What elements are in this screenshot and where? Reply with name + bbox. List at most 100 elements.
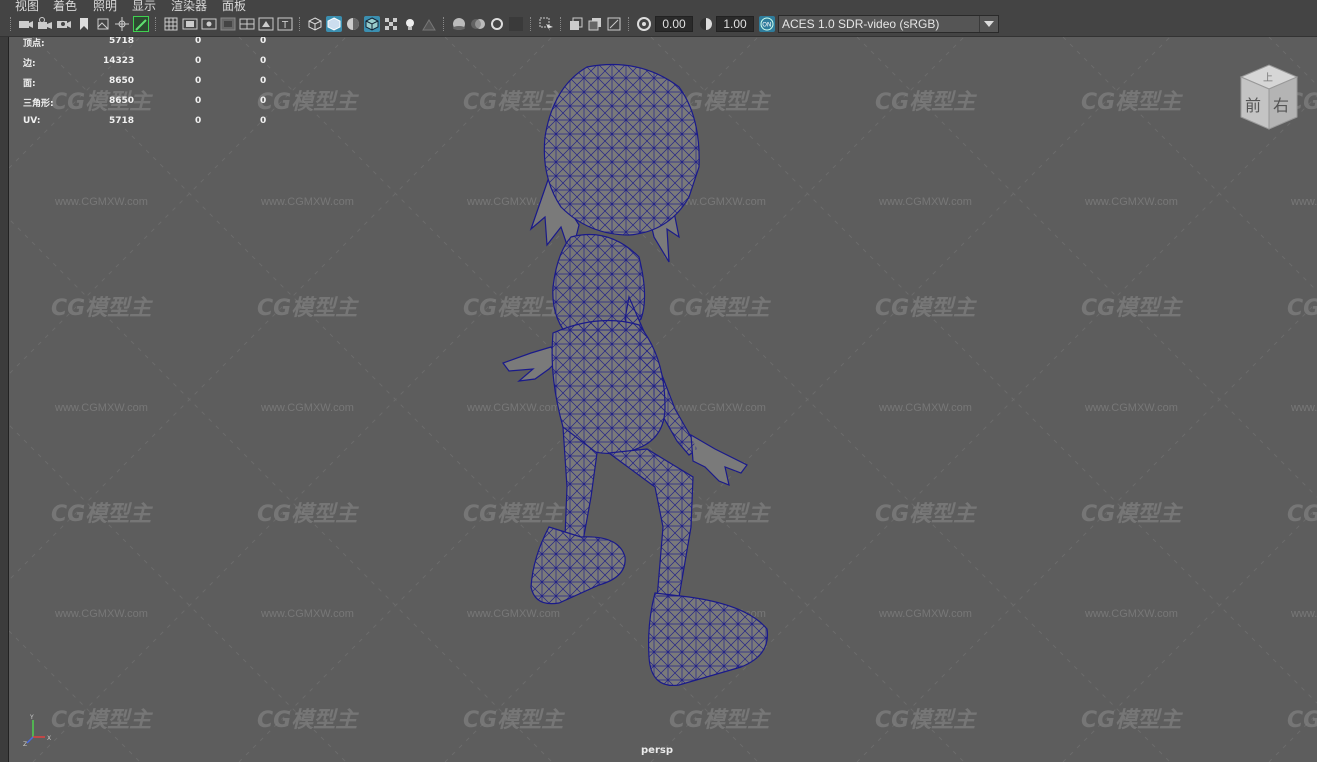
axis-z-label: Z [23, 741, 27, 747]
watermark-url: www.CGMXW.com [260, 608, 354, 620]
watermark-line [9, 424, 347, 762]
grid-icon[interactable] [163, 16, 179, 32]
toolbar-separator [443, 17, 446, 31]
gate-mask-icon[interactable] [220, 16, 236, 32]
anti-aliasing-icon[interactable] [489, 16, 505, 32]
exposure-icon[interactable] [636, 16, 652, 32]
watermark-line [9, 218, 553, 762]
watermark-line [1268, 37, 1317, 86]
watermark-logo: CG模型主 [875, 708, 977, 733]
color-management-toggle[interactable]: ON [759, 16, 775, 32]
screen-space-ao-icon[interactable] [451, 16, 467, 32]
view-cube-right-label: 右 [1273, 96, 1289, 115]
watermark-line [856, 301, 1317, 762]
viewport-menu-bar: 视图 着色 照明 显示 渲染器 面板 [0, 0, 1317, 12]
use-all-lights-icon[interactable] [402, 16, 418, 32]
safe-action-icon[interactable] [258, 16, 274, 32]
panel-edge [0, 37, 9, 762]
grease-pencil-icon[interactable] [133, 16, 149, 32]
menu-panels[interactable]: 面板 [222, 0, 246, 12]
watermark-logo: CG模型主 [1081, 90, 1183, 115]
watermark-url: www.CGMXW.com [1290, 402, 1317, 414]
xray-active-components-icon[interactable] [587, 16, 603, 32]
watermark-logo: CG模型主 [463, 708, 565, 733]
watermark-url: www.CGMXW.com [54, 196, 148, 208]
watermark-logo: CG模型主 [1081, 296, 1183, 321]
toolbar-separator [530, 17, 533, 31]
watermark-url: www.CGMXW.com [1084, 608, 1178, 620]
watermark-url: www.CGMXW.com [1290, 608, 1317, 620]
view-cube[interactable]: 上 前 右 [1227, 59, 1303, 135]
toolbar-separator [560, 17, 563, 31]
watermark-logo: CG模型主 [257, 296, 359, 321]
default-material-icon[interactable] [345, 16, 361, 32]
bookmarks-icon[interactable] [56, 16, 72, 32]
watermark-url: www.CGMXW.com [878, 196, 972, 208]
watermark-line [9, 630, 141, 762]
watermark-line [9, 37, 141, 169]
chevron-down-icon[interactable] [979, 16, 998, 32]
textured-icon[interactable] [383, 16, 399, 32]
watermark-url: www.CGMXW.com [1290, 196, 1317, 208]
watermark-logo: CG模型主 [1081, 502, 1183, 527]
character-wireframe-model[interactable] [479, 57, 799, 697]
watermark-logo: CG模型主 [257, 502, 359, 527]
watermark-line [9, 37, 553, 581]
watermark-url: www.CGMXW.com [260, 402, 354, 414]
watermark-line [1268, 713, 1317, 762]
camera-name-label: persp [641, 745, 673, 756]
field-chart-icon[interactable] [239, 16, 255, 32]
watermark-logo: CG模型主 [1287, 296, 1317, 321]
watermark-logo: CG模型主 [875, 90, 977, 115]
bookmark-icon[interactable] [76, 16, 92, 32]
color-management-badge: ON [762, 22, 771, 29]
motion-blur-icon[interactable] [470, 16, 486, 32]
gamma-icon[interactable] [698, 16, 714, 32]
toolbar-separator [10, 17, 13, 31]
watermark-url: www.CGMXW.com [260, 196, 354, 208]
film-gate-icon[interactable] [182, 16, 198, 32]
select-camera-icon[interactable] [18, 16, 34, 32]
menu-show[interactable]: 显示 [132, 0, 156, 12]
menu-shading[interactable]: 着色 [53, 0, 77, 12]
watermark-url: www.CGMXW.com [1084, 402, 1178, 414]
watermark-line [1062, 37, 1317, 292]
two-d-pan-zoom-icon[interactable] [114, 16, 130, 32]
watermark-logo: CG模型主 [1081, 708, 1183, 733]
resolution-gate-icon[interactable] [201, 16, 217, 32]
watermark-logo: CG模型主 [51, 708, 153, 733]
xray-icon[interactable] [568, 16, 584, 32]
menu-lighting[interactable]: 照明 [93, 0, 117, 12]
smooth-shade-all-icon[interactable] [326, 16, 342, 32]
color-space-label: ACES 1.0 SDR-video (sRGB) [782, 17, 940, 31]
watermark-line [1062, 507, 1317, 762]
gamma-field[interactable]: 1.00 [716, 16, 754, 32]
watermark-url: www.CGMXW.com [54, 402, 148, 414]
xray-joints-icon[interactable] [606, 16, 622, 32]
watermark-logo: CG模型主 [51, 296, 153, 321]
watermark-url: www.CGMXW.com [878, 402, 972, 414]
watermark-logo: CG模型主 [257, 90, 359, 115]
perspective-viewport[interactable]: CG模型主 CG模型主 CG模型主 CG模型主 CG模型主 CG模型主 CG模型主 CG模型主… [9, 37, 1317, 762]
svg-text:T: T [281, 20, 289, 31]
exposure-field[interactable]: 0.00 [655, 16, 693, 32]
camera-attributes-icon[interactable] [37, 16, 53, 32]
watermark-logo: CG模型主 [51, 502, 153, 527]
shadows-icon[interactable] [421, 16, 437, 32]
menu-view[interactable]: 视图 [15, 0, 39, 12]
color-space-dropdown[interactable]: ACES 1.0 SDR-video (sRGB) [778, 15, 999, 33]
viewport-toolbar: T 0.00 1.00 ON ACES 1.0 SDR-video (sRGB) [0, 12, 1317, 37]
toolbar-separator [299, 17, 302, 31]
axis-gizmo: Y X Z [23, 714, 51, 747]
menu-renderer[interactable]: 渲染器 [171, 0, 207, 12]
watermark-logo: CG模型主 [875, 296, 977, 321]
wireframe-icon[interactable] [307, 16, 323, 32]
isolate-select-icon[interactable] [538, 16, 554, 32]
watermark-url: www.CGMXW.com [878, 608, 972, 620]
wireframe-on-shaded-icon[interactable] [364, 16, 380, 32]
safe-title-icon[interactable]: T [277, 16, 293, 32]
view-cube-front-label: 前 [1245, 96, 1261, 115]
depth-of-field-icon[interactable] [508, 16, 524, 32]
image-plane-icon[interactable] [95, 16, 111, 32]
toolbar-separator [155, 17, 158, 31]
